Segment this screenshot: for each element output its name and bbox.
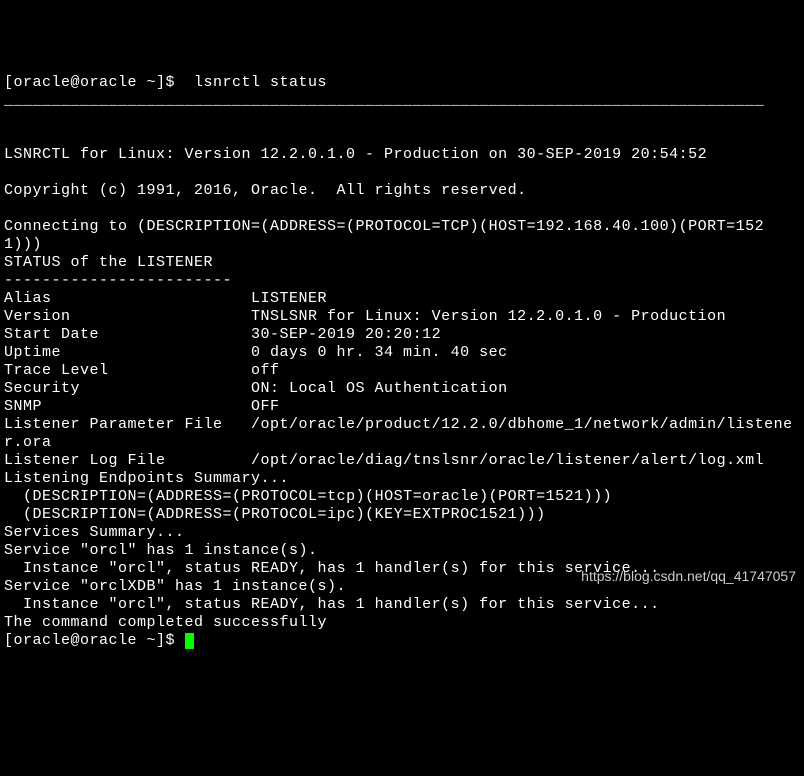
dashes-line: ------------------------ <box>4 272 232 289</box>
cursor-icon <box>185 633 194 649</box>
connecting-line: Connecting to (DESCRIPTION=(ADDRESS=(PRO… <box>4 218 764 253</box>
copyright-line: Copyright (c) 1991, 2016, Oracle. All ri… <box>4 182 527 199</box>
snmp-line: SNMP OFF <box>4 398 280 415</box>
alias-line: Alias LISTENER <box>4 290 327 307</box>
completed-line: The command completed successfully <box>4 614 327 631</box>
prompt-line[interactable]: [oracle@oracle ~]$ <box>4 632 194 649</box>
trace-line: Trace Level off <box>4 362 280 379</box>
endpoints-title: Listening Endpoints Summary... <box>4 470 289 487</box>
prompt-text: [oracle@oracle ~]$ <box>4 632 185 649</box>
security-line: Security ON: Local OS Authentication <box>4 380 508 397</box>
lsnrctl-header: LSNRCTL for Linux: Version 12.2.0.1.0 - … <box>4 146 707 163</box>
version-line: Version TNSLSNR for Linux: Version 12.2.… <box>4 308 726 325</box>
instance-line: Instance "orcl", status READY, has 1 han… <box>4 560 660 577</box>
endpoint-line: (DESCRIPTION=(ADDRESS=(PROTOCOL=ipc)(KEY… <box>4 506 546 523</box>
services-title: Services Summary... <box>4 524 185 541</box>
logfile-line: Listener Log File /opt/oracle/diag/tnsls… <box>4 452 764 469</box>
service-line: Service "orcl" has 1 instance(s). <box>4 542 318 559</box>
prompt-command-line: [oracle@oracle ~]$ lsnrctl status <box>4 74 327 91</box>
endpoint-line: (DESCRIPTION=(ADDRESS=(PROTOCOL=tcp)(HOS… <box>4 488 612 505</box>
horizontal-rule: ________________________________________… <box>4 92 800 110</box>
paramfile-line: Listener Parameter File /opt/oracle/prod… <box>4 416 793 451</box>
status-title: STATUS of the LISTENER <box>4 254 213 271</box>
service-line: Service "orclXDB" has 1 instance(s). <box>4 578 346 595</box>
watermark-text: https://blog.csdn.net/qq_41747057 <box>581 568 796 585</box>
uptime-line: Uptime 0 days 0 hr. 34 min. 40 sec <box>4 344 508 361</box>
startdate-line: Start Date 30-SEP-2019 20:20:12 <box>4 326 441 343</box>
terminal-output[interactable]: [oracle@oracle ~]$ lsnrctl status ______… <box>4 74 800 650</box>
